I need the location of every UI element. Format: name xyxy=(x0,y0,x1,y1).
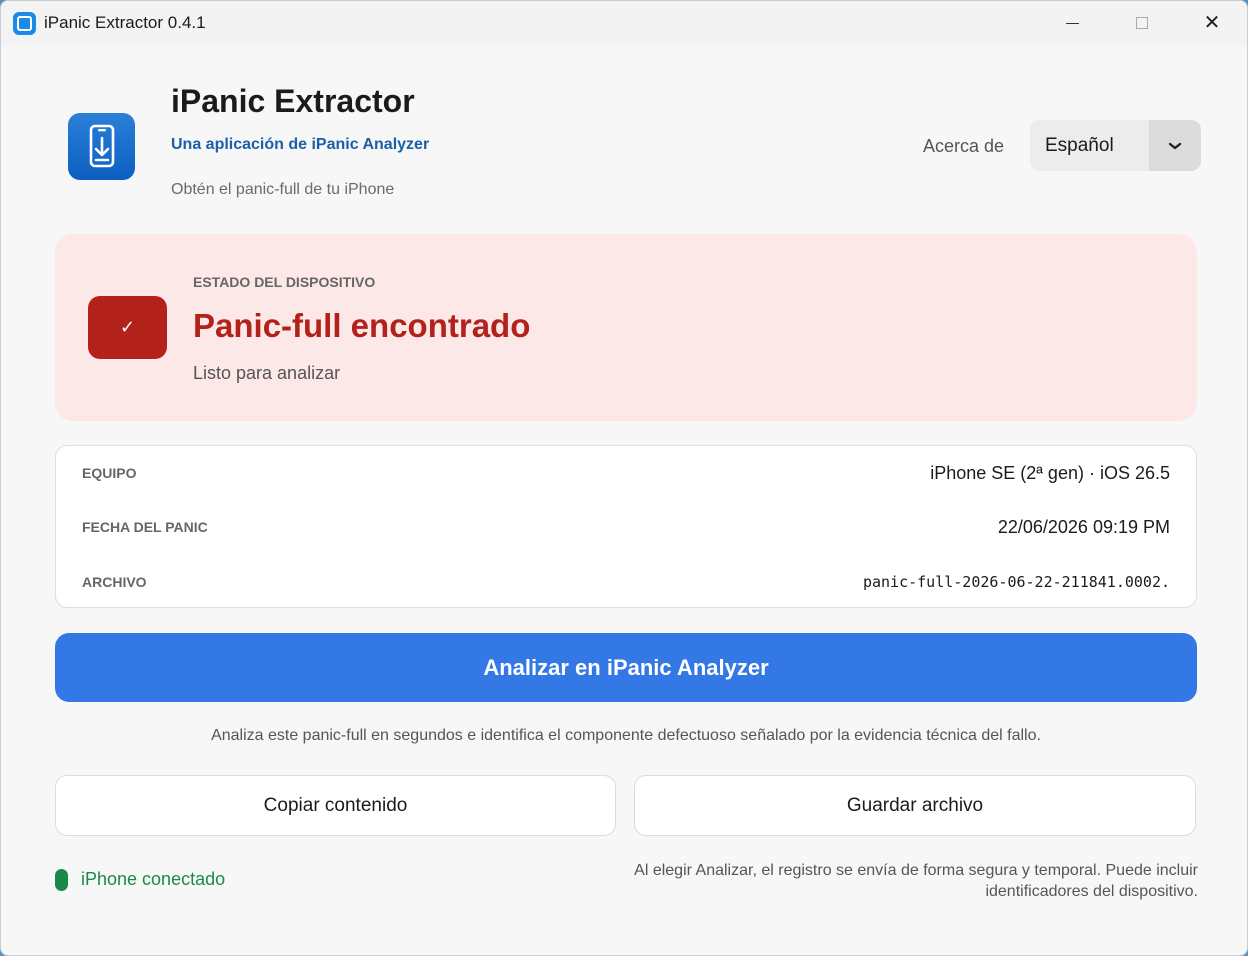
minimize-button[interactable] xyxy=(1037,1,1107,45)
analyze-description: Analiza este panic-full en segundos e id… xyxy=(211,727,1041,744)
save-file-button[interactable]: Guardar archivo xyxy=(634,775,1196,836)
chevron-down-icon[interactable] xyxy=(1149,120,1201,171)
phone-download-icon xyxy=(68,113,135,180)
app-subtitle: Una aplicación de iPanic Analyzer xyxy=(171,136,430,153)
maximize-button[interactable] xyxy=(1107,1,1177,45)
status-label: ESTADO DEL DISPOSITIVO xyxy=(193,274,376,290)
analyze-button[interactable]: Analizar en iPanic Analyzer xyxy=(55,633,1197,702)
checkmark-icon: ✓ xyxy=(88,296,167,359)
close-icon: ✕ xyxy=(1203,12,1221,34)
app-window: iPanic Extractor 0.4.1 ✕ iPanic Extracto… xyxy=(0,0,1248,956)
copy-content-button[interactable]: Copiar contenido xyxy=(55,775,616,836)
detail-value: 22/06/2026 09:19 PM xyxy=(997,517,1170,537)
status-subtitle: Listo para analizar xyxy=(193,363,341,383)
detail-row-device: EQUIPO iPhone SE (2ª gen) · iOS 26.5 xyxy=(56,446,1196,501)
connection-status-text: iPhone conectado xyxy=(81,869,226,889)
privacy-note: Al elegir Analizar, el registro se envía… xyxy=(634,862,1198,900)
detail-key: FECHA DEL PANIC xyxy=(82,519,208,535)
app-tagline: Obtén el panic-full de tu iPhone xyxy=(171,181,395,198)
detail-key: EQUIPO xyxy=(82,465,137,481)
close-button[interactable]: ✕ xyxy=(1177,1,1247,45)
minimize-icon xyxy=(1065,22,1079,24)
about-link[interactable]: Acerca de xyxy=(923,136,1004,157)
page-title: iPanic Extractor xyxy=(171,83,415,119)
title-bar[interactable]: iPanic Extractor 0.4.1 ✕ xyxy=(1,1,1247,45)
window-title: iPanic Extractor 0.4.1 xyxy=(44,13,206,32)
detail-value: iPhone SE (2ª gen) · iOS 26.5 xyxy=(930,463,1170,483)
app-window-icon xyxy=(13,12,36,35)
detail-value-filename: panic-full-2026-06-22-211841.0002. xyxy=(862,573,1170,591)
detail-row-date: FECHA DEL PANIC 22/06/2026 09:19 PM xyxy=(56,500,1196,555)
detail-row-file: ARCHIVO panic-full-2026-06-22-211841.000… xyxy=(56,555,1196,610)
language-selected-value: Español xyxy=(1045,134,1114,156)
maximize-icon xyxy=(1136,17,1148,29)
device-details: EQUIPO iPhone SE (2ª gen) · iOS 26.5 FEC… xyxy=(55,445,1197,608)
detail-key: ARCHIVO xyxy=(82,574,147,590)
language-select[interactable]: Español xyxy=(1030,120,1201,171)
connection-status-indicator xyxy=(55,869,68,891)
status-title: Panic-full encontrado xyxy=(193,307,531,344)
